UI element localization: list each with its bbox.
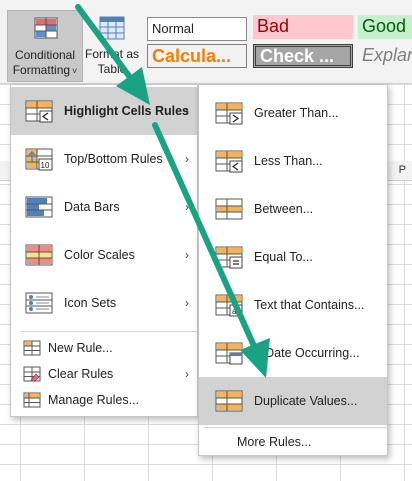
- clear-rules-icon: [23, 366, 41, 382]
- new-rule-icon: [23, 340, 41, 356]
- style-bad[interactable]: Bad: [253, 15, 353, 39]
- chevron-down-icon: ˅: [72, 66, 78, 76]
- conditional-formatting-label-line2: Formatting ˅: [8, 63, 82, 79]
- style-check-cell[interactable]: Check ...: [253, 44, 353, 68]
- menu-item-color-scales[interactable]: Color Scales ›: [11, 231, 197, 279]
- menu-item-clear-rules[interactable]: Clear Rules ›: [11, 361, 197, 387]
- text-contains-icon: ab: [215, 294, 243, 317]
- submenu-item-label: Text that Contains...: [254, 298, 365, 312]
- menu-separator: [21, 331, 197, 332]
- submenu-item-date-occurring[interactable]: A Date Occurring...: [199, 329, 387, 377]
- format-as-table-label-line2: Table: [97, 62, 127, 76]
- submenu-item-label: More Rules...: [237, 435, 312, 449]
- style-normal[interactable]: Normal: [147, 17, 247, 41]
- menu-item-manage-rules[interactable]: Manage Rules...: [11, 387, 197, 413]
- menu-item-label: Manage Rules...: [48, 393, 140, 407]
- ribbon: Conditional Formatting ˅ Format as Table …: [0, 0, 412, 84]
- svg-text:ab: ab: [232, 307, 241, 316]
- menu-item-label: Color Scales: [64, 248, 135, 262]
- conditional-formatting-icon: [34, 17, 58, 39]
- less-than-icon: [215, 150, 243, 173]
- menu-item-label: New Rule...: [48, 341, 113, 355]
- menu-item-label: Icon Sets: [64, 296, 117, 310]
- color-scales-icon: [25, 244, 53, 266]
- submenu-item-between[interactable]: Between...: [199, 185, 387, 233]
- submenu-item-label: A Date Occurring...: [254, 346, 360, 360]
- duplicate-values-icon: [215, 390, 243, 412]
- top-bottom-rules-icon: 10: [25, 148, 53, 171]
- submenu-item-label: Duplicate Values...: [254, 394, 358, 408]
- submenu-item-more-rules[interactable]: More Rules...: [199, 429, 387, 455]
- menu-item-icon-sets[interactable]: Icon Sets ›: [11, 279, 197, 327]
- chevron-right-icon: ›: [185, 248, 189, 262]
- icon-sets-icon: [25, 292, 53, 314]
- svg-text:10: 10: [41, 161, 50, 170]
- format-as-table-label-line1: Format as: [85, 47, 140, 61]
- data-bars-icon: [25, 196, 53, 218]
- highlight-cells-rules-submenu: Greater Than... Less Than... Between...: [198, 84, 388, 456]
- column-header-p[interactable]: P: [399, 164, 406, 176]
- submenu-item-less-than[interactable]: Less Than...: [199, 137, 387, 185]
- highlight-cells-rules-icon: [25, 100, 53, 123]
- menu-item-new-rule[interactable]: New Rule...: [11, 335, 197, 361]
- menu-item-label: Top/Bottom Rules: [64, 152, 163, 166]
- submenu-item-duplicate-values[interactable]: Duplicate Values...: [199, 377, 387, 425]
- submenu-item-equal-to[interactable]: Equal To...: [199, 233, 387, 281]
- menu-item-top-bottom-rules[interactable]: 10 Top/Bottom Rules ›: [11, 135, 197, 183]
- style-good[interactable]: Good: [358, 15, 412, 39]
- submenu-item-label: Between...: [254, 202, 314, 216]
- menu-item-label: Data Bars: [64, 200, 120, 214]
- greater-than-icon: [215, 102, 243, 125]
- submenu-separator: [203, 427, 387, 428]
- date-occurring-icon: [215, 342, 243, 365]
- chevron-right-icon: ›: [185, 152, 189, 166]
- submenu-item-label: Less Than...: [254, 154, 323, 168]
- conditional-formatting-button[interactable]: Conditional Formatting ˅: [7, 10, 83, 82]
- conditional-formatting-menu: Highlight Cells Rules › 10 Top/Bottom Ru…: [10, 84, 198, 417]
- chevron-right-icon: ›: [185, 200, 189, 214]
- between-icon: [215, 198, 243, 220]
- menu-item-label: Highlight Cells Rules: [64, 104, 190, 118]
- submenu-item-greater-than[interactable]: Greater Than...: [199, 89, 387, 137]
- menu-item-label: Clear Rules: [48, 367, 114, 381]
- equal-to-icon: [215, 246, 243, 269]
- submenu-item-text-contains[interactable]: ab Text that Contains...: [199, 281, 387, 329]
- manage-rules-icon: [23, 392, 41, 408]
- conditional-formatting-label-text: Formatting: [12, 63, 71, 77]
- submenu-item-label: Greater Than...: [254, 106, 339, 120]
- menu-item-data-bars[interactable]: Data Bars ›: [11, 183, 197, 231]
- style-calculation[interactable]: Calcula...: [147, 44, 247, 68]
- conditional-formatting-label-line1: Conditional: [14, 48, 76, 62]
- chevron-right-icon: ›: [185, 367, 189, 381]
- format-as-table-button[interactable]: Format as Table: [85, 10, 139, 82]
- chevron-right-icon: ›: [185, 296, 189, 310]
- format-as-table-icon: [99, 16, 125, 40]
- style-explanatory[interactable]: Explan: [358, 44, 412, 68]
- chevron-right-icon: ›: [185, 104, 189, 118]
- submenu-item-label: Equal To...: [254, 250, 313, 264]
- menu-item-highlight-cells-rules[interactable]: Highlight Cells Rules ›: [11, 87, 197, 135]
